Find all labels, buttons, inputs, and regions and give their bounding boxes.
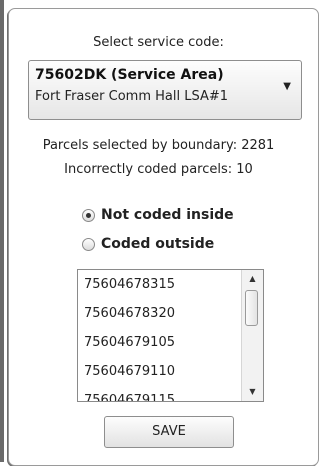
scroll-up-icon[interactable]: ▲ <box>242 271 263 287</box>
save-button[interactable]: SAVE <box>104 416 234 448</box>
list-item[interactable]: 75604679110 <box>78 357 242 386</box>
chevron-down-icon: ▼ <box>283 81 291 92</box>
radio-coded-outside-label: Coded outside <box>101 236 215 252</box>
selected-service-description: Fort Fraser Comm Hall LSA#1 <box>35 89 229 104</box>
scroll-thumb[interactable] <box>245 290 258 326</box>
radio-coded-outside[interactable]: Coded outside <box>82 234 214 254</box>
vertical-scrollbar[interactable]: ▲ ▼ <box>241 270 263 401</box>
selected-service-code: 75602DK (Service Area) <box>35 67 224 83</box>
parcels-by-boundary-count: Parcels selected by boundary: 2281 <box>42 138 275 153</box>
list-item[interactable]: 75604678320 <box>78 299 242 328</box>
incorrectly-coded-count: Incorrectly coded parcels: 10 <box>64 162 253 177</box>
radio-unchecked-icon <box>82 237 95 251</box>
radio-not-coded-inside[interactable]: Not coded inside <box>82 205 234 225</box>
list-item[interactable]: 75604678315 <box>78 270 242 299</box>
list-item[interactable]: 75604679105 <box>78 328 242 357</box>
radio-checked-icon <box>82 208 95 222</box>
window-frame-edge <box>0 0 4 462</box>
service-code-dropdown[interactable]: 75602DK (Service Area) Fort Fraser Comm … <box>28 60 302 120</box>
list-item[interactable]: 75604679115 <box>78 386 242 401</box>
parcel-listbox[interactable]: 75604678315 75604678320 75604679105 7560… <box>77 269 264 402</box>
scroll-down-icon[interactable]: ▼ <box>242 384 263 400</box>
radio-not-coded-inside-label: Not coded inside <box>101 207 234 223</box>
select-service-code-label: Select service code: <box>93 35 224 50</box>
parcel-list: 75604678315 75604678320 75604679105 7560… <box>78 270 242 401</box>
